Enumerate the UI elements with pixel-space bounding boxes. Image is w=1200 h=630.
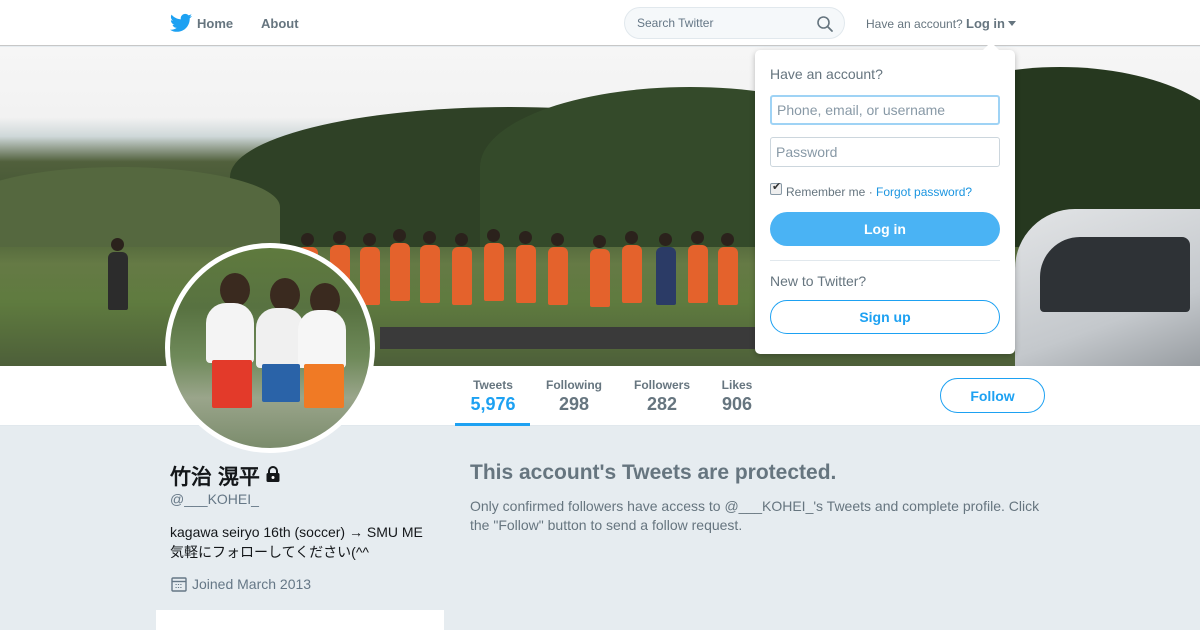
stat-likes[interactable]: Likes 906 <box>720 378 754 415</box>
avatar[interactable] <box>165 243 375 453</box>
username-field[interactable] <box>770 95 1000 125</box>
top-nav-bar: Home About Search Twitter Have an accoun… <box>0 0 1200 46</box>
dropdown-divider <box>770 260 1000 261</box>
stat-likes-label: Likes <box>721 378 753 392</box>
login-button[interactable]: Log in <box>770 212 1000 246</box>
forgot-password-link[interactable]: Forgot password? <box>876 185 972 199</box>
stat-tweets[interactable]: Tweets 5,976 <box>470 378 516 415</box>
lock-icon <box>266 466 280 482</box>
profile-handle[interactable]: @___KOHEI_ <box>170 491 259 507</box>
password-field[interactable] <box>770 137 1000 167</box>
login-dropdown-title: Have an account? <box>770 66 883 82</box>
have-account-text: Have an account? <box>866 17 963 31</box>
stat-tweets-label: Tweets <box>473 378 513 392</box>
profile-bio: kagawa seiryo 16th (soccer) → SMU ME 気軽に… <box>170 522 445 562</box>
protected-notice-body: Only confirmed followers have access to … <box>470 498 1040 533</box>
stat-likes-value: 906 <box>721 394 753 414</box>
profile-bio-line-1: kagawa seiryo 16th (soccer) → SMU ME <box>170 524 423 540</box>
follow-button[interactable]: Follow <box>940 378 1045 413</box>
stat-followers-label: Followers <box>633 378 690 392</box>
profile-bio-line-2: 気軽にフォローしてください(^^ <box>170 544 369 560</box>
stat-following-label: Following <box>546 378 602 392</box>
joined-date: Joined March 2013 <box>192 576 312 592</box>
stat-tweets-value: 5,976 <box>470 394 516 414</box>
stat-followers[interactable]: Followers 282 <box>633 378 691 415</box>
profile-name: 竹治 滉平 <box>170 466 260 489</box>
remember-me-label[interactable]: Remember me · <box>786 185 873 199</box>
active-tab-underline <box>455 423 530 426</box>
stat-followers-value: 282 <box>646 394 678 414</box>
stat-following[interactable]: Following 298 <box>545 378 603 415</box>
calendar-icon <box>171 577 187 592</box>
sidebar-card <box>156 610 444 630</box>
login-dropdown-toggle[interactable]: Log in <box>966 16 1005 31</box>
nav-home-link[interactable]: Home <box>197 16 233 31</box>
login-dropdown: Have an account? ✔ Remember me · Forgot … <box>755 42 1015 354</box>
checkbox-check-icon: ✔ <box>772 181 782 193</box>
search-placeholder: Search Twitter <box>637 16 714 30</box>
nav-about-link[interactable]: About <box>261 16 299 31</box>
caret-down-icon[interactable] <box>1008 21 1016 26</box>
stat-following-value: 298 <box>558 394 590 414</box>
signup-button[interactable]: Sign up <box>770 300 1000 334</box>
twitter-bird-icon[interactable] <box>170 13 192 33</box>
search-input[interactable]: Search Twitter <box>624 7 845 39</box>
new-to-twitter-text: New to Twitter? <box>770 273 867 289</box>
protected-notice-title: This account's Tweets are protected. <box>470 461 837 484</box>
search-icon[interactable] <box>816 15 834 33</box>
